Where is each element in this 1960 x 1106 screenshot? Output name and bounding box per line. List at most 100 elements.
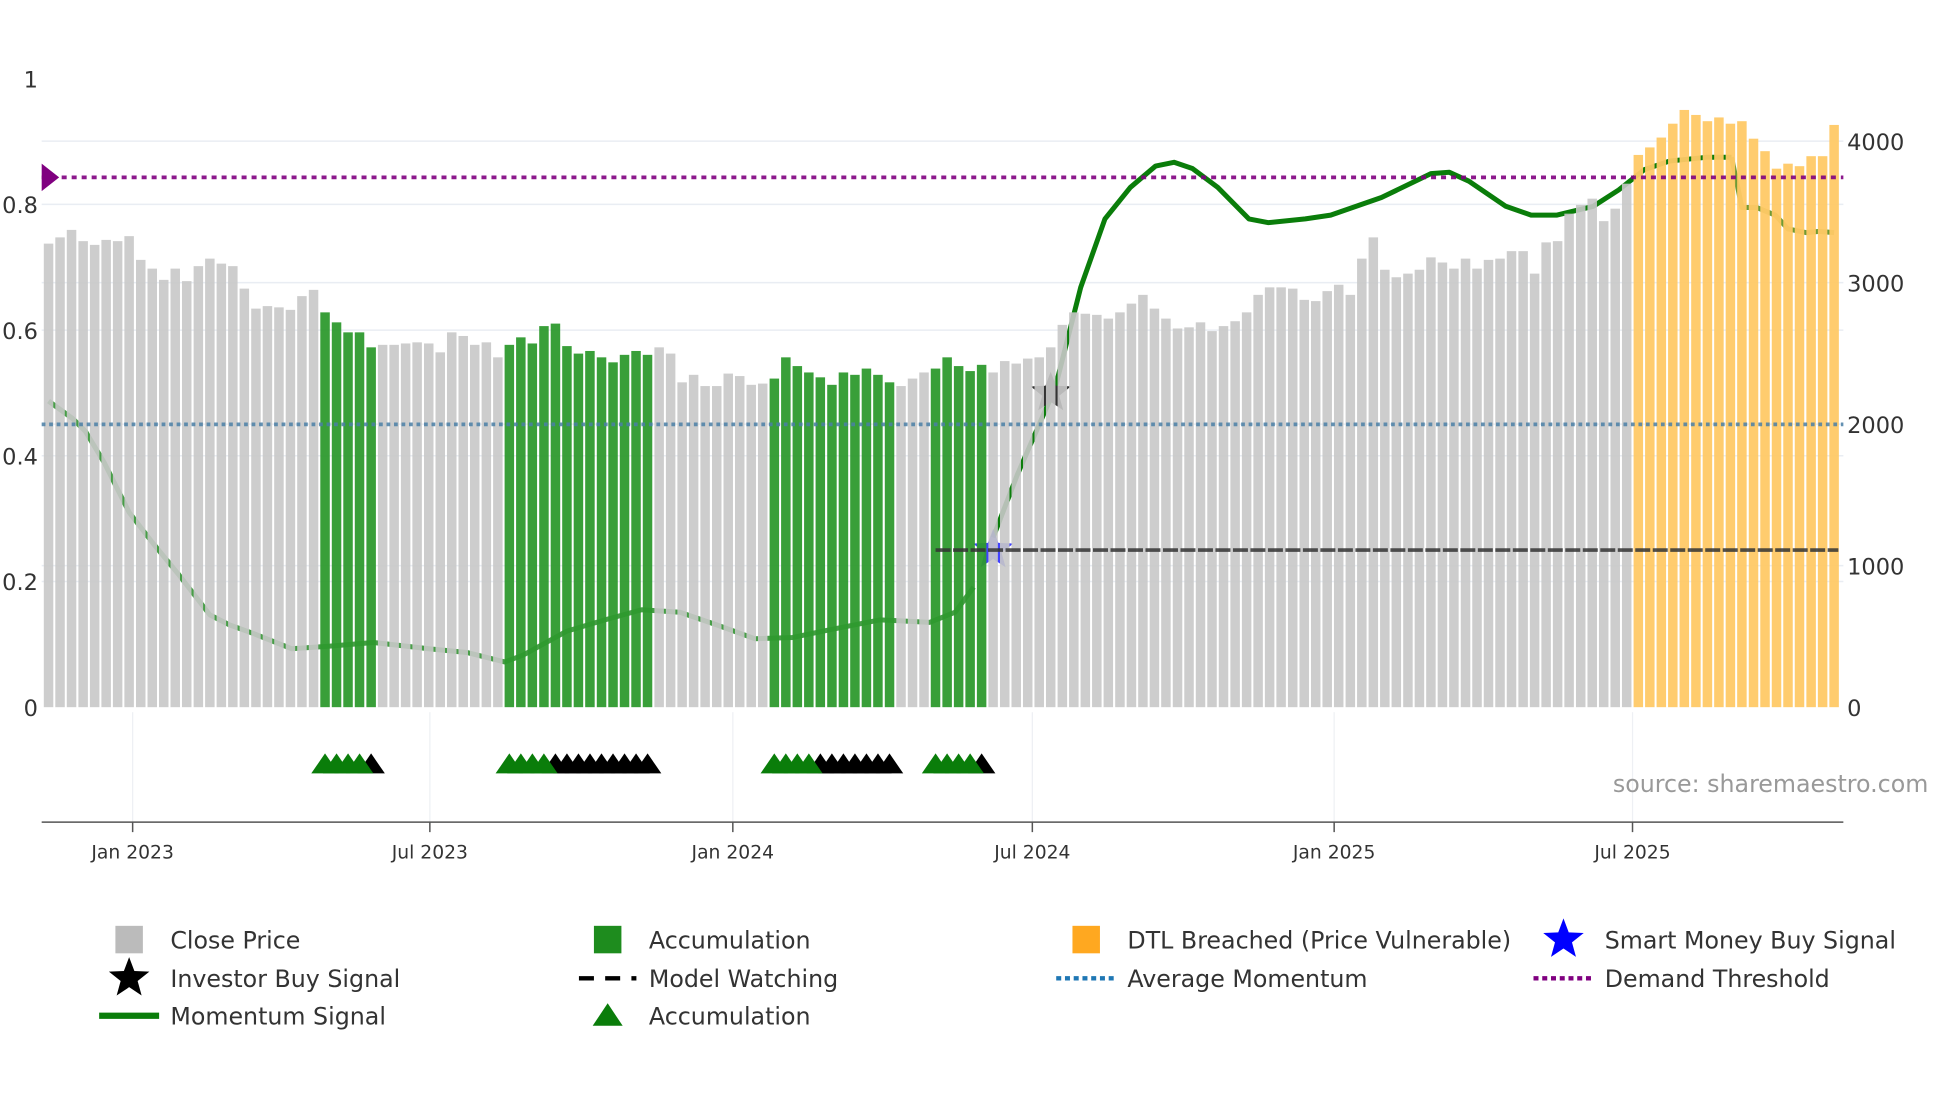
right-axis-tick-label: 3000 (1847, 271, 1904, 297)
accumulation-bar (965, 371, 975, 708)
close-price-bar (1022, 358, 1033, 708)
close-price-bar (1391, 277, 1402, 708)
close-price-bar (677, 382, 687, 708)
accumulation-bar (343, 332, 353, 708)
accumulation-bar (930, 368, 941, 708)
accumulation-bar (781, 357, 791, 708)
close-price-bar (1218, 326, 1229, 708)
close-price-bar (1172, 328, 1183, 708)
left-axis-tick-label: 0.4 (2, 445, 38, 471)
close-price-bar (274, 307, 284, 708)
close-price-bar (1403, 273, 1413, 708)
dtl-breached-bar (1656, 137, 1667, 708)
close-price-bar (1045, 347, 1056, 708)
close-price-bar (1598, 221, 1609, 708)
close-price-bar (1241, 312, 1252, 708)
close-price-bar (907, 378, 918, 708)
close-price-bar (1092, 314, 1102, 708)
dtl-breached-bar (1760, 151, 1770, 708)
close-price-bar (1069, 312, 1079, 708)
dtl-breached-bar (1737, 121, 1747, 708)
accumulation-bar (366, 347, 376, 708)
close-price-bar (1057, 324, 1068, 708)
x-tick-label: Jan 2024 (691, 842, 775, 863)
legend-label: Model Watching (649, 965, 838, 993)
close-price-bar (1380, 269, 1390, 708)
smart-money-buy-signal-star-icon (1543, 918, 1584, 957)
accumulation-bar (585, 350, 595, 708)
close-price-bar (1621, 183, 1632, 708)
close-price-bar (1276, 287, 1286, 708)
investor-buy-signal-star-icon (108, 957, 150, 996)
dtl-breached-bar (1771, 168, 1782, 708)
close-price-bar (1449, 268, 1459, 708)
sharemaestro-chart: Jan 2023 Jul 2023 Jan 2024 Jul 2024 Jan 2025… (2, 67, 1928, 1031)
close-price-bar (446, 332, 457, 708)
accumulation-bar (976, 364, 987, 708)
dtl-breached-price-vulnerable-swatch-icon (1072, 925, 1100, 954)
close-price-bar (55, 237, 65, 708)
accumulation-bar (769, 378, 780, 708)
accumulation-triangle-icon (592, 1003, 623, 1026)
close-price-bar (66, 229, 77, 708)
dtl-breached-bar (1806, 156, 1816, 708)
close-price-bar (493, 357, 503, 708)
close-price-bar (147, 268, 157, 708)
close-price-bar (469, 344, 480, 708)
close-price-bar (308, 289, 319, 708)
close-price-bar (1564, 213, 1574, 708)
close-price-bar (481, 342, 492, 708)
close-price-bar (458, 335, 468, 708)
demand-threshold-marker-icon (41, 163, 60, 192)
close-price-bar (1264, 287, 1275, 708)
close-price-bar (1080, 313, 1091, 708)
accumulation-bar (642, 354, 653, 708)
close-price-bar (1506, 251, 1517, 708)
accumulation-bar (953, 366, 964, 708)
close-price-bar (285, 309, 296, 708)
close-price-bar (1115, 312, 1125, 708)
dtl-breached-bar (1817, 156, 1828, 708)
legend-item: Model Watching (578, 965, 838, 993)
close-price-bar (1126, 303, 1137, 708)
legend-item: Demand Threshold (1533, 965, 1830, 993)
x-tick-label: Jul 2024 (993, 842, 1070, 863)
legend: Close Price Accumulation DTL Breached (Pri… (99, 918, 1896, 1031)
accumulation-bar (354, 332, 365, 708)
legend-label: Demand Threshold (1605, 965, 1830, 993)
legend-label: Average Momentum (1127, 965, 1367, 993)
close-price-bar (999, 361, 1010, 708)
close-price-bar (1610, 208, 1620, 708)
close-price-bar (1207, 331, 1217, 708)
dtl-breached-bar (1794, 166, 1805, 708)
close-price-bar (239, 288, 250, 708)
close-price-bar (1529, 273, 1540, 708)
close-price-bar (228, 266, 238, 708)
close-price-bar (1587, 198, 1597, 708)
dtl-breached-bar (1679, 109, 1690, 708)
close-price-bar (1322, 291, 1332, 708)
accumulation-bar (827, 384, 837, 708)
close-price-bar (1541, 242, 1551, 708)
legend-label: Accumulation (649, 926, 811, 954)
close-price-bar (711, 386, 722, 708)
close-price-bar (193, 266, 204, 708)
close-price-bar (757, 383, 768, 708)
dtl-breached-bar (1702, 121, 1713, 708)
close-price-bar (435, 352, 445, 708)
close-price-bar (1195, 322, 1206, 708)
legend-item: Momentum Signal (99, 1003, 386, 1031)
accumulation-bar (527, 343, 538, 708)
accumulation-bar (631, 350, 641, 708)
close-price-bar (181, 281, 192, 708)
dtl-breached-bar (1691, 114, 1701, 708)
close-price-bar (424, 343, 434, 708)
legend-label: Investor Buy Signal (170, 965, 400, 993)
close-price-bar (1103, 318, 1114, 708)
x-tick-label: Jul 2025 (1593, 842, 1670, 863)
legend-label: Close Price (170, 926, 300, 954)
close-price-bar (1552, 241, 1563, 708)
close-price-bar (101, 239, 111, 708)
accumulation-bar (861, 368, 872, 708)
close-price-bar (896, 386, 906, 708)
